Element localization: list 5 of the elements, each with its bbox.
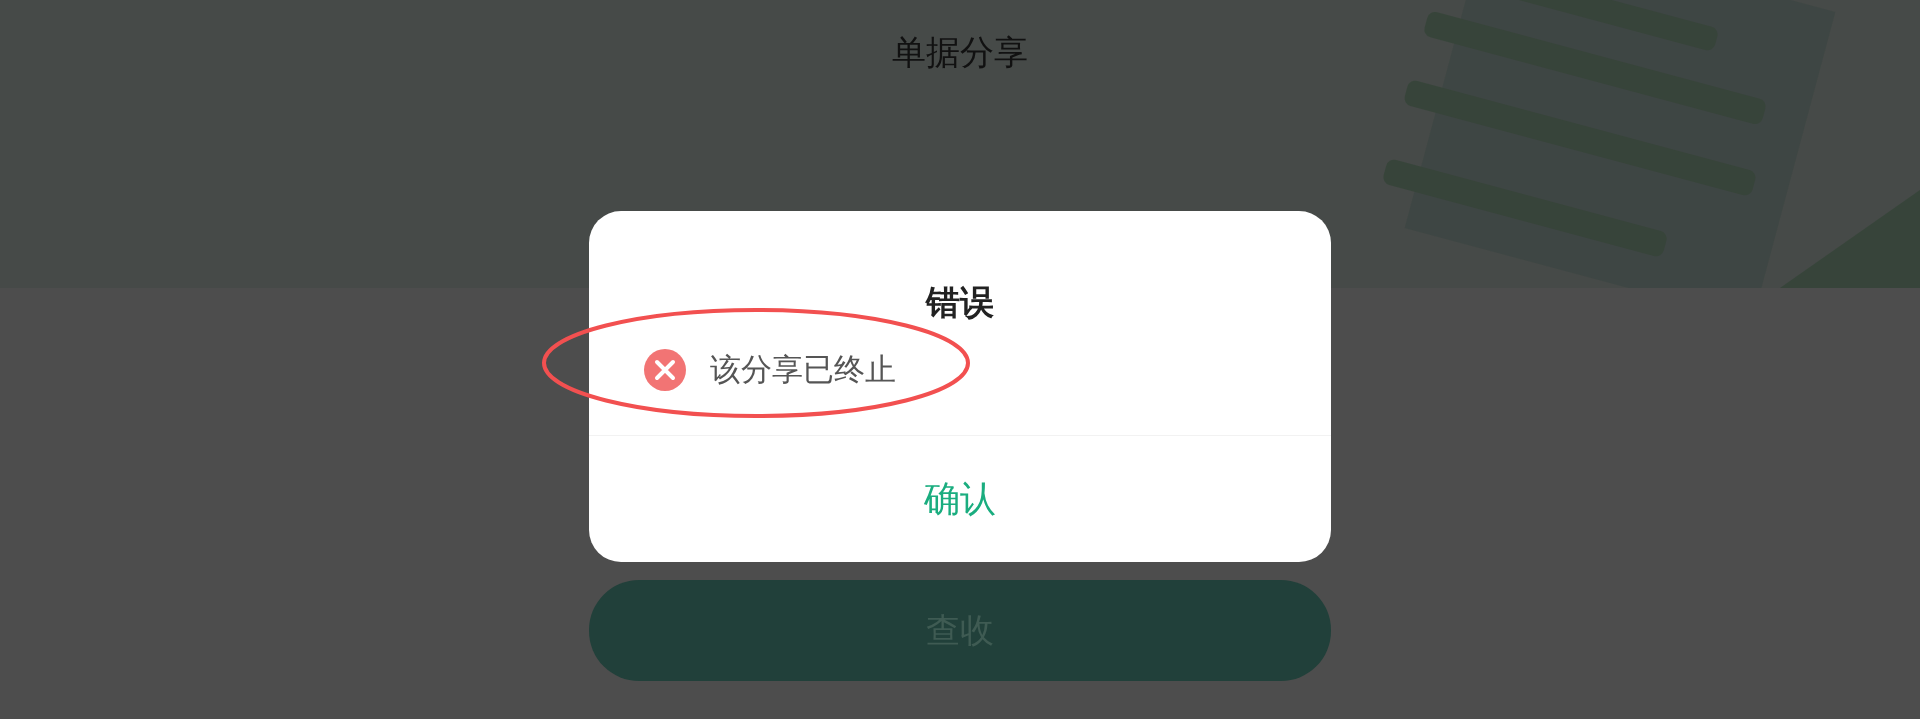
confirm-button[interactable]: 确认 bbox=[914, 470, 1006, 528]
page-title: 单据分享 bbox=[892, 31, 1028, 74]
error-icon bbox=[644, 349, 686, 391]
dialog-title: 错误 bbox=[926, 281, 994, 323]
error-message: 该分享已终止 bbox=[710, 350, 896, 389]
